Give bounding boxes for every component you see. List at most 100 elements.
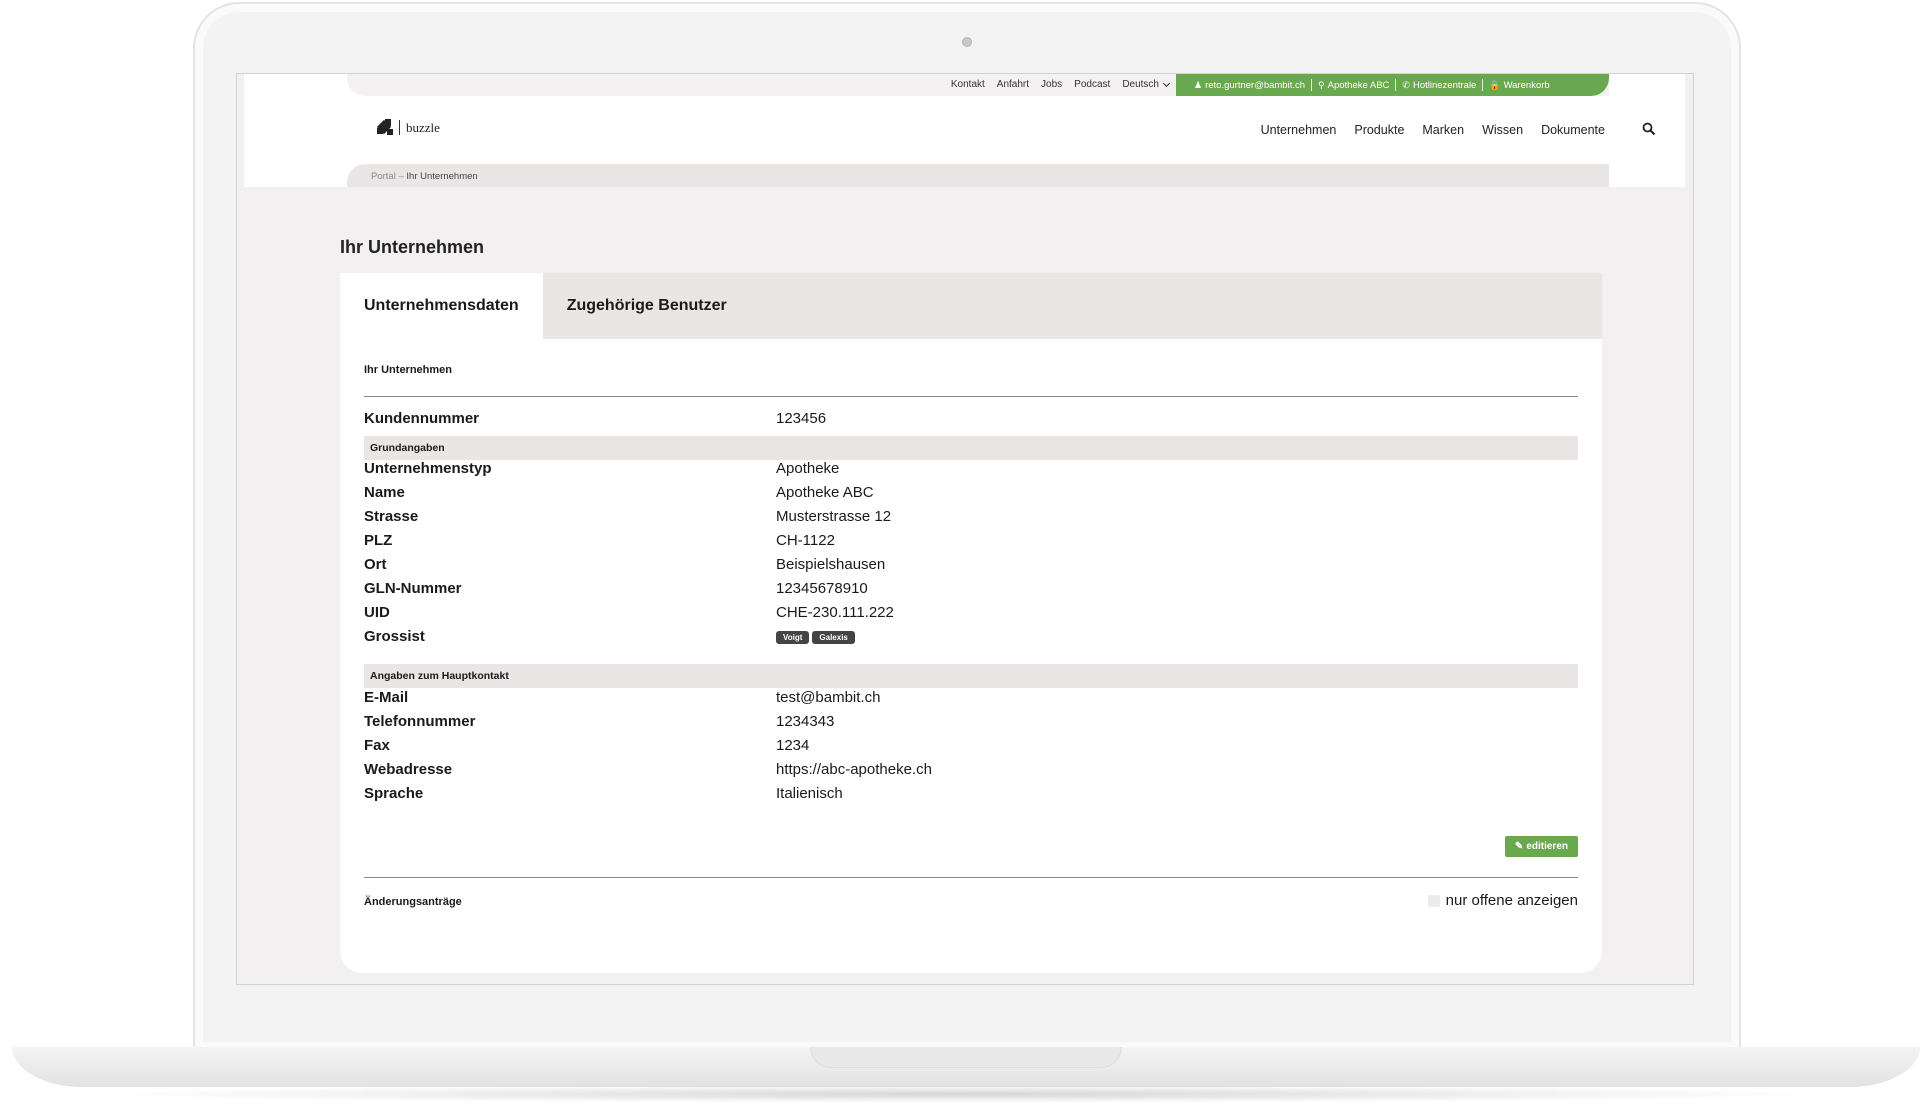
map-pin-icon: ⚲ (1318, 79, 1325, 90)
account-email: reto.gurtner@bambit.ch (1205, 79, 1306, 91)
field-label: E-Mail (364, 689, 409, 706)
field-row: Kundennummer 123456 (364, 407, 1578, 431)
filter-label: nur offene anzeigen (1445, 892, 1578, 909)
language-label: Deutsch (1122, 79, 1159, 90)
hotline-label: Hotlinezentrale (1412, 79, 1477, 91)
field-label: Name (364, 484, 405, 501)
search-icon[interactable] (1642, 122, 1656, 136)
field-label: Webadresse (364, 761, 453, 778)
field-label: Kundennummer (364, 410, 480, 427)
nav-item-unternehmen[interactable]: Unternehmen (1261, 123, 1337, 137)
cart-icon: 🔒 (1489, 79, 1501, 90)
utility-links: Kontakt Anfahrt Jobs Podcast Deutsch (951, 79, 1171, 90)
wholesaler-badge: Voigt (776, 631, 810, 644)
logo-icon (376, 119, 393, 135)
brand-logo[interactable]: buzzle (376, 119, 440, 135)
field-label: Ort (364, 556, 387, 573)
field-value: CHE-230.111.222 (776, 604, 894, 621)
edit-label: editieren (1526, 841, 1568, 852)
divider (364, 877, 1578, 878)
field-row: GLN-Nummer 12345678910 (364, 577, 1578, 601)
nav-item-dokumente[interactable]: Dokumente (1541, 123, 1605, 137)
field-row: Name Apotheke ABC (364, 481, 1578, 505)
cart-label: Warenkorb (1503, 79, 1550, 91)
nav-item-marken[interactable]: Marken (1422, 123, 1464, 137)
open-only-filter[interactable]: nur offene anzeigen (1427, 892, 1578, 909)
tab-unternehmensdaten[interactable]: Unternehmensdaten (340, 273, 543, 339)
field-label: Strasse (364, 508, 419, 525)
breadcrumb-root[interactable]: Portal (371, 171, 396, 182)
link-jobs[interactable]: Jobs (1041, 79, 1062, 90)
nav-item-produkte[interactable]: Produkte (1354, 123, 1404, 137)
browser-viewport: Kontakt Anfahrt Jobs Podcast Deutsch ♟ r… (236, 73, 1694, 985)
field-row: Sprache Italienisch (364, 782, 1578, 806)
field-label: Sprache (364, 785, 424, 802)
company-card: Unternehmensdaten Zugehörige Benutzer Ih… (340, 273, 1602, 973)
field-value: 1234343 (776, 713, 835, 730)
tab-bar: Unternehmensdaten Zugehörige Benutzer (340, 273, 1602, 339)
account-link[interactable]: ♟ reto.gurtner@bambit.ch (1194, 80, 1305, 91)
field-label: GLN-Nummer (364, 580, 462, 597)
wholesaler-badges: Voigt Galexis (776, 631, 855, 644)
pharmacy-link[interactable]: ⚲ Apotheke ABC (1318, 80, 1389, 91)
section-title: Ihr Unternehmen (364, 364, 453, 376)
edit-button[interactable]: ✎ editieren (1504, 836, 1578, 857)
pencil-icon: ✎ (1514, 841, 1524, 852)
breadcrumb-current: Ihr Unternehmen (406, 171, 478, 182)
field-value: CH-1122 (776, 532, 835, 549)
field-row: UID CHE-230.111.222 (364, 601, 1578, 625)
site-header: Kontakt Anfahrt Jobs Podcast Deutsch ♟ r… (244, 74, 1685, 187)
laptop-notch (810, 1047, 1122, 1068)
group-header: Angaben zum Hauptkontakt (364, 664, 1578, 688)
field-row: Grossist Voigt Galexis (364, 625, 1578, 649)
breadcrumb-separator: – (398, 171, 404, 182)
divider (364, 396, 1578, 397)
link-podcast[interactable]: Podcast (1074, 79, 1110, 90)
field-label: Unternehmenstyp (364, 460, 492, 477)
account-bar: ♟ reto.gurtner@bambit.ch ⚲ Apotheke ABC … (1176, 74, 1609, 96)
breadcrumb: Portal – Ihr Unternehmen (347, 164, 1609, 187)
nav-item-wissen[interactable]: Wissen (1482, 123, 1523, 137)
field-value: Beispielshausen (776, 556, 886, 573)
field-label: PLZ (364, 532, 393, 549)
field-row: Fax 1234 (364, 734, 1578, 758)
field-value: test@bambit.ch (776, 689, 881, 706)
field-row: Webadresse https://abc-apotheke.ch (364, 758, 1578, 782)
phone-icon: ✆ (1402, 79, 1410, 90)
top-bar: Kontakt Anfahrt Jobs Podcast Deutsch ♟ r… (347, 74, 1609, 96)
divider (1395, 79, 1397, 91)
open-only-checkbox[interactable] (1427, 894, 1440, 907)
user-icon: ♟ (1194, 79, 1203, 90)
field-row: Telefonnummer 1234343 (364, 710, 1578, 734)
field-value: 12345678910 (776, 580, 868, 597)
field-label: Fax (364, 737, 390, 754)
field-label: Grossist (364, 628, 425, 645)
hotline-link[interactable]: ✆ Hotlinezentrale (1402, 80, 1476, 91)
page-title: Ihr Unternehmen (340, 237, 485, 257)
field-row: Unternehmenstyp Apotheke (364, 457, 1578, 481)
brand-name: buzzle (399, 119, 440, 135)
field-label: Telefonnummer (364, 713, 476, 730)
field-value: Italienisch (776, 785, 843, 802)
field-value: Musterstrasse 12 (776, 508, 892, 525)
laptop-shadow (90, 1085, 1830, 1103)
field-row: Strasse Musterstrasse 12 (364, 505, 1578, 529)
field-label: UID (364, 604, 390, 621)
field-row: PLZ CH-1122 (364, 529, 1578, 553)
change-requests-title: Änderungsanträge (364, 896, 462, 908)
field-value: https://abc-apotheke.ch (776, 761, 932, 778)
divider (1482, 79, 1484, 91)
field-value: Apotheke (776, 460, 840, 477)
cart-link[interactable]: 🔒 Warenkorb (1489, 80, 1549, 91)
divider (1311, 79, 1313, 91)
field-value: 123456 (776, 410, 827, 427)
language-select[interactable]: Deutsch (1122, 79, 1171, 90)
main-nav: Unternehmen Produkte Marken Wissen Dokum… (1261, 123, 1605, 137)
wholesaler-badge: Galexis (812, 631, 855, 644)
camera (962, 37, 972, 47)
link-anfahrt[interactable]: Anfahrt (997, 79, 1029, 90)
field-row: E-Mail test@bambit.ch (364, 686, 1578, 710)
field-value: Apotheke ABC (776, 484, 874, 501)
tab-zugehoerige-benutzer[interactable]: Zugehörige Benutzer (543, 273, 751, 339)
link-kontakt[interactable]: Kontakt (951, 79, 985, 90)
